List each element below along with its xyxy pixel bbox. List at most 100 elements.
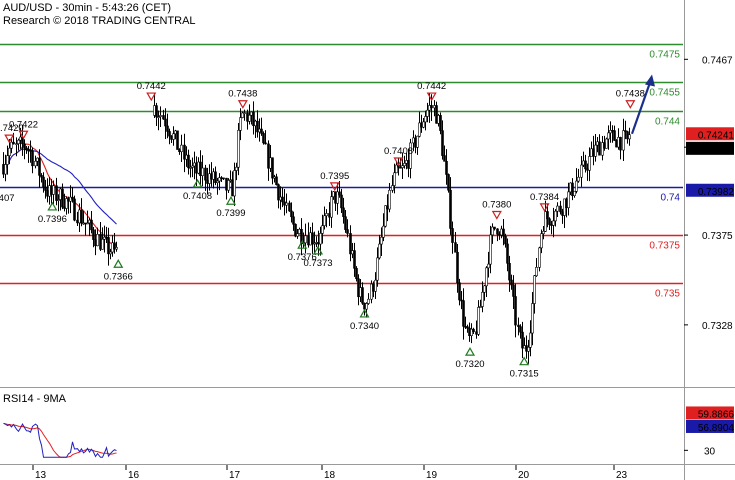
- candle-body: [250, 111, 253, 116]
- candle-body: [607, 132, 610, 140]
- candle-body: [195, 162, 198, 174]
- x-tick-label-3: 18: [324, 470, 336, 480]
- pivot-label-2: 0.7396: [38, 214, 67, 225]
- candle-body: [580, 164, 583, 178]
- candle-body: [113, 242, 116, 250]
- candle-body: [344, 216, 347, 230]
- candle-body: [235, 166, 238, 171]
- candle-body: [447, 174, 450, 191]
- candle-body: [529, 332, 532, 348]
- pivot-label-5: 0.7442: [137, 81, 166, 92]
- rsi-tag-label-1: 59.8866: [698, 409, 735, 420]
- candle-body: [164, 118, 167, 127]
- candle-body: [365, 303, 368, 310]
- candle-body: [225, 177, 228, 191]
- candle-body: [271, 157, 274, 179]
- candle-body: [103, 236, 106, 240]
- candle-body: [96, 233, 99, 247]
- candle-body: [496, 228, 499, 235]
- candle-body: [338, 191, 341, 196]
- candle-body: [105, 236, 108, 239]
- candle-body: [107, 237, 110, 255]
- candle-body: [311, 232, 314, 245]
- candle-body: [445, 161, 448, 175]
- candle-body: [430, 105, 433, 109]
- candle-body: [2, 164, 5, 175]
- price-tag-label-0: 0.74241: [698, 130, 735, 141]
- candle-body: [189, 167, 192, 169]
- candle-body: [296, 233, 299, 237]
- candle-body: [489, 234, 492, 265]
- candle-body: [340, 194, 343, 209]
- candle-body: [78, 209, 81, 224]
- x-tick-label-2: 17: [229, 470, 241, 480]
- candle-body: [485, 267, 488, 287]
- candle-body: [275, 176, 278, 186]
- candle-body: [577, 176, 580, 182]
- pivot-label-14: 0.7442: [417, 81, 446, 92]
- candle-body: [233, 170, 236, 197]
- candle-body: [441, 130, 444, 156]
- candle-body: [380, 236, 383, 245]
- x-tick-label-5: 20: [518, 470, 530, 480]
- level-label-4: 0.7375: [649, 241, 680, 252]
- candle-body: [292, 216, 295, 225]
- candle-body: [178, 149, 181, 153]
- candle-body: [227, 180, 230, 191]
- candle-body: [208, 173, 211, 184]
- candle-body: [487, 263, 490, 269]
- y-tick-label-0: 0.7467: [702, 55, 733, 66]
- candle-body: [101, 238, 104, 250]
- candle-body: [71, 196, 74, 200]
- candle-body: [622, 130, 625, 151]
- candle-body: [556, 205, 559, 212]
- candle-body: [588, 156, 591, 171]
- candle-body: [374, 279, 377, 292]
- candle-body: [183, 144, 186, 160]
- candle-body: [472, 328, 475, 333]
- candle-body: [52, 185, 55, 195]
- x-tick-label-0: 13: [35, 470, 47, 480]
- candle-body: [172, 133, 175, 140]
- candle-body: [416, 135, 419, 148]
- candle-body: [166, 125, 169, 132]
- candle-body: [99, 233, 102, 250]
- candle-body: [342, 207, 345, 217]
- x-tick-label-4: 19: [426, 470, 438, 480]
- pivot-label-13: 0.7408: [384, 146, 413, 157]
- candle-body: [531, 303, 534, 334]
- pivot-label-11: 0.7395: [320, 171, 349, 182]
- candle-body: [388, 189, 391, 210]
- level-label-5: 0.735: [655, 289, 680, 300]
- candle-body: [424, 116, 427, 123]
- candle-body: [449, 189, 452, 229]
- candle-body: [619, 137, 622, 151]
- rsi-tag-label-0: 56.8904: [698, 423, 735, 434]
- y-tick-label-1: 0.7421: [702, 143, 733, 154]
- candle-body: [86, 222, 89, 225]
- candle-body: [159, 115, 162, 117]
- candle-body: [212, 171, 215, 180]
- candle-body: [454, 242, 457, 253]
- candle-body: [393, 172, 396, 186]
- candle-body: [241, 112, 244, 118]
- candle-body: [506, 243, 509, 264]
- candle-body: [214, 171, 217, 183]
- candle-body: [76, 219, 79, 224]
- candle-body: [42, 176, 45, 188]
- candle-body: [456, 251, 459, 284]
- candle-body: [319, 233, 322, 245]
- candle-body: [84, 222, 87, 225]
- candle-body: [361, 287, 364, 304]
- candle-body: [443, 155, 446, 162]
- candle-body: [512, 284, 515, 297]
- price-tag-label-2: 0.73982: [698, 187, 735, 198]
- candle-body: [193, 162, 196, 167]
- candle-body: [605, 138, 608, 149]
- candle-body: [481, 291, 484, 307]
- candle-body: [462, 300, 465, 327]
- candle-body: [187, 154, 190, 169]
- candle-body: [222, 177, 225, 180]
- candle-body: [542, 230, 545, 235]
- candle-body: [174, 130, 177, 135]
